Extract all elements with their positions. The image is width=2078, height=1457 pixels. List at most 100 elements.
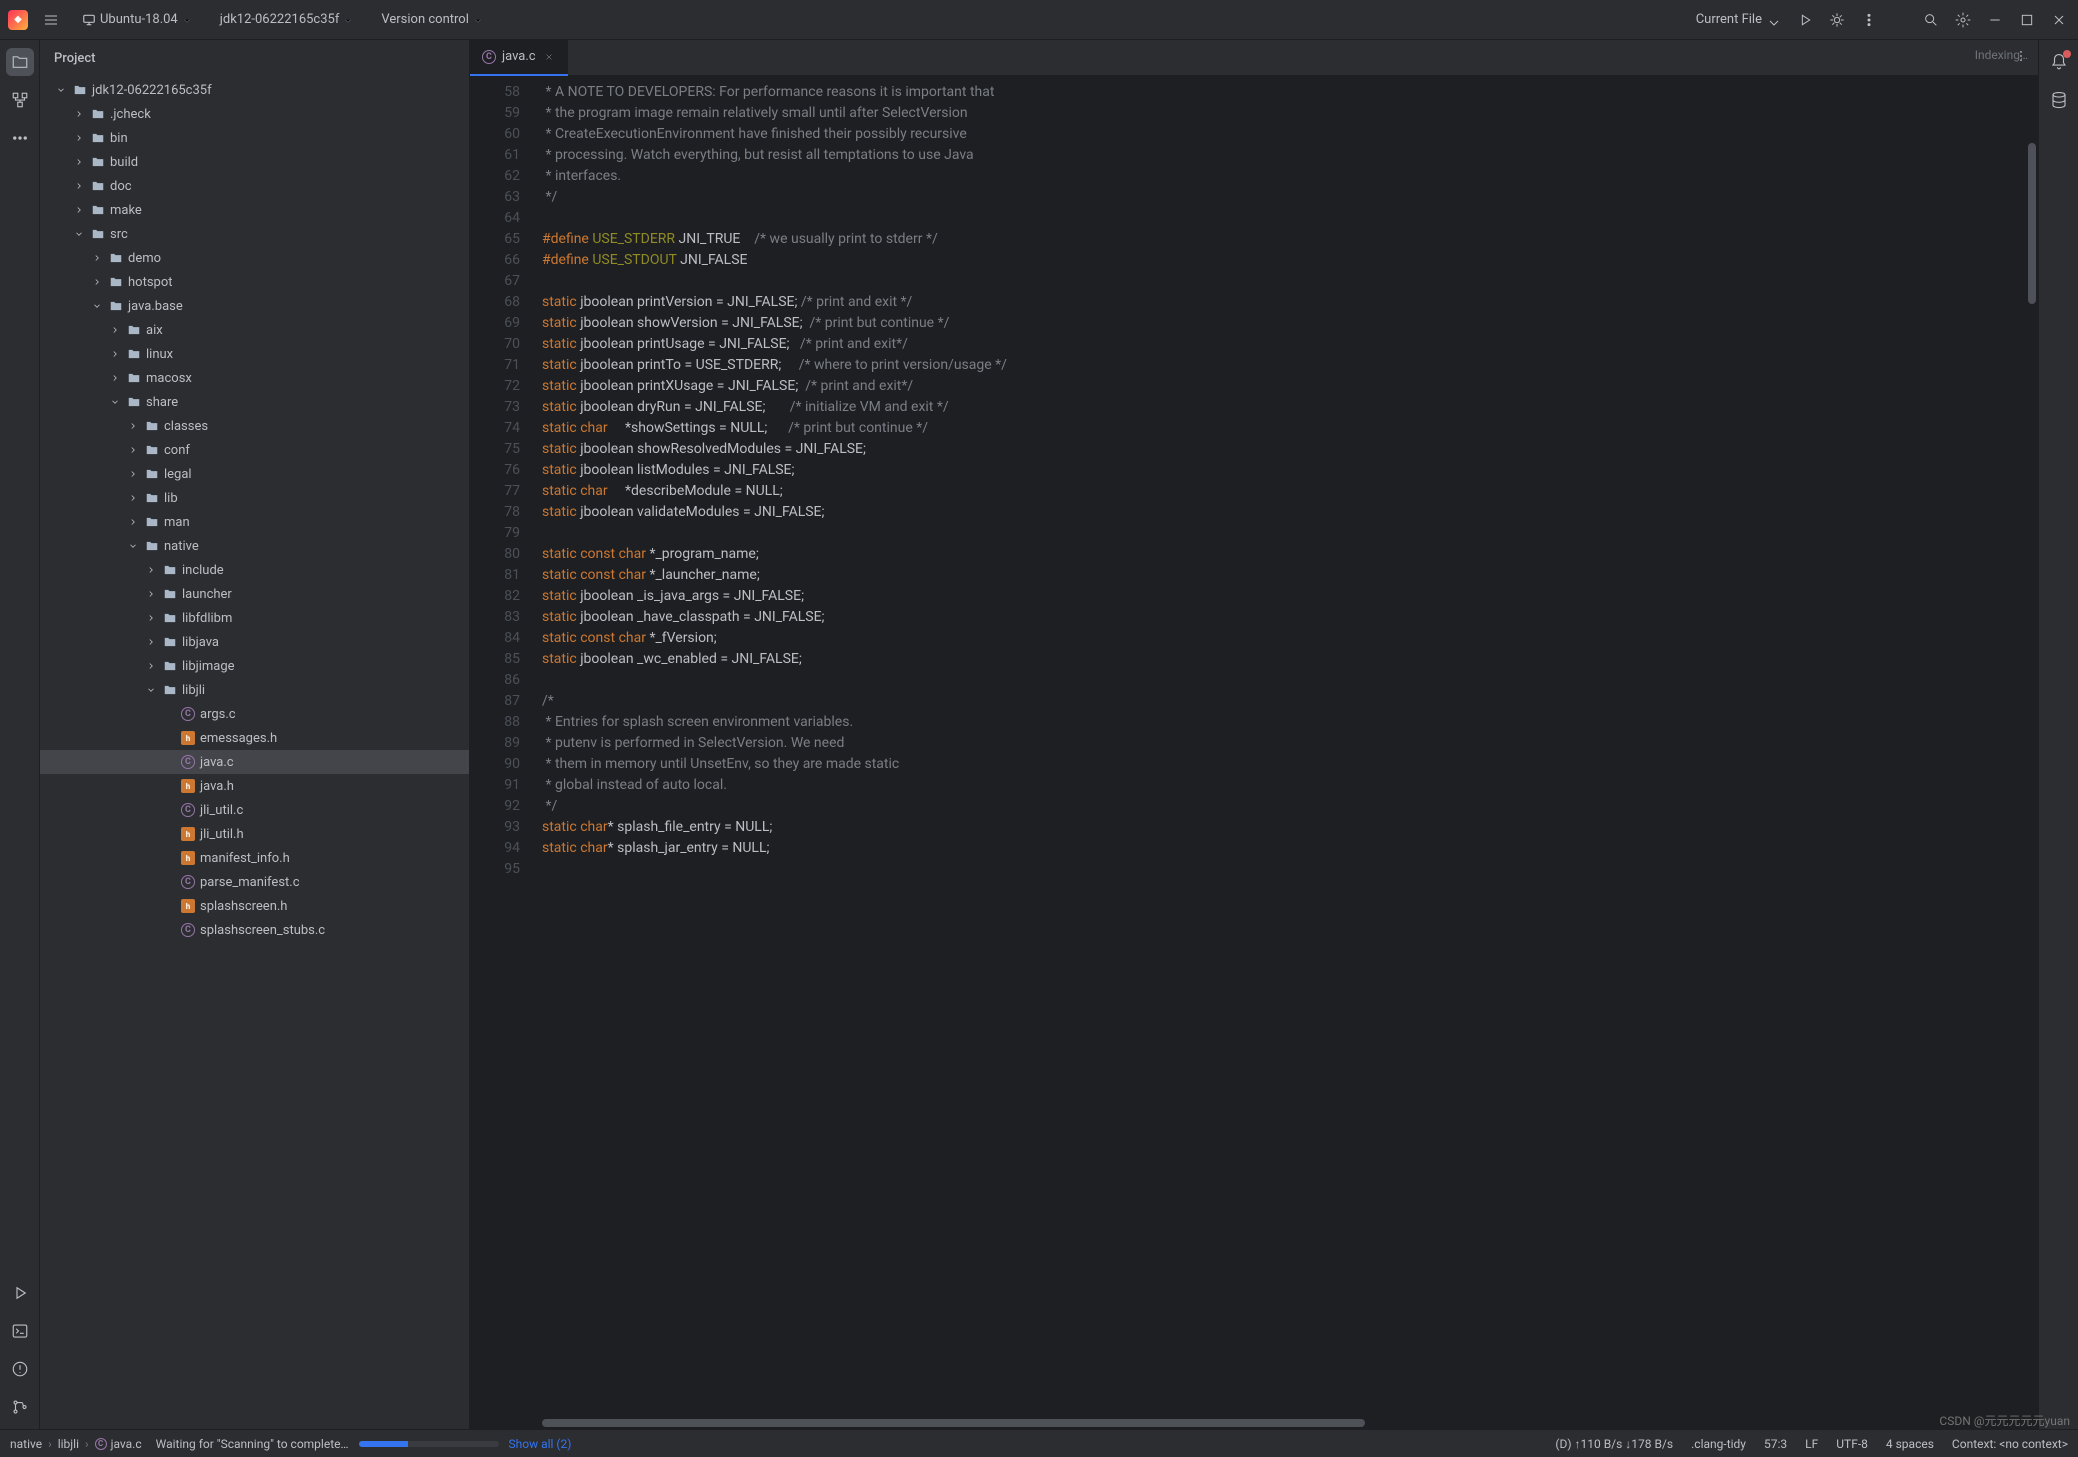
tree-chevron[interactable] <box>72 155 86 169</box>
project-tool-button[interactable] <box>6 48 34 76</box>
tree-item[interactable]: .jcheck <box>40 102 469 126</box>
more-actions-icon[interactable] <box>1858 9 1880 31</box>
vcs-tool-button[interactable] <box>6 1393 34 1421</box>
notifications-button[interactable] <box>2045 48 2073 76</box>
tree-chevron[interactable] <box>126 491 140 505</box>
tree-item[interactable]: launcher <box>40 582 469 606</box>
file-encoding[interactable]: UTF-8 <box>1836 1437 1868 1451</box>
tree-chevron[interactable] <box>90 275 104 289</box>
tree-item[interactable]: jdk12-06222165c35f <box>40 78 469 102</box>
project-tree[interactable]: jdk12-06222165c35f.jcheckbinbuilddocmake… <box>40 76 469 1429</box>
tree-item[interactable]: hsplashscreen.h <box>40 894 469 918</box>
tree-chevron[interactable] <box>108 347 122 361</box>
tree-chevron[interactable] <box>108 371 122 385</box>
editor-code[interactable]: * A NOTE TO DEVELOPERS: For performance … <box>530 76 2026 1417</box>
tree-chevron[interactable] <box>126 467 140 481</box>
tree-item[interactable]: macosx <box>40 366 469 390</box>
tree-item[interactable]: legal <box>40 462 469 486</box>
tree-chevron[interactable] <box>72 203 86 217</box>
tree-chevron[interactable] <box>144 563 158 577</box>
settings-icon[interactable] <box>1952 9 1974 31</box>
tree-item[interactable]: conf <box>40 438 469 462</box>
more-tool-button[interactable] <box>6 124 34 152</box>
remote-env-selector[interactable]: Ubuntu-18.04 <box>74 8 200 31</box>
tree-chevron[interactable] <box>108 395 122 409</box>
tree-chevron[interactable] <box>144 683 158 697</box>
tree-chevron[interactable] <box>54 83 68 97</box>
tree-item[interactable]: linux <box>40 342 469 366</box>
tree-chevron[interactable] <box>72 131 86 145</box>
tree-chevron[interactable] <box>126 515 140 529</box>
tree-chevron[interactable] <box>144 659 158 673</box>
maximize-button[interactable] <box>2016 9 2038 31</box>
editor-tab[interactable]: C java.c <box>470 40 568 76</box>
run-configuration-selector[interactable]: Current File <box>1688 8 1784 31</box>
scrollbar-thumb[interactable] <box>2028 143 2036 304</box>
tree-item[interactable]: Cargs.c <box>40 702 469 726</box>
run-tool-button[interactable] <box>6 1279 34 1307</box>
breadcrumb-item[interactable]: libjli <box>58 1437 79 1451</box>
line-ending[interactable]: LF <box>1805 1437 1818 1451</box>
context-status[interactable]: Context: <no context> <box>1952 1437 2068 1451</box>
tree-item[interactable]: lib <box>40 486 469 510</box>
terminal-tool-button[interactable] <box>6 1317 34 1345</box>
tree-chevron[interactable] <box>126 539 140 553</box>
breadcrumb-item[interactable]: native <box>10 1437 42 1451</box>
breadcrumbs[interactable]: native›libjli›Cjava.c <box>10 1437 142 1451</box>
tree-item[interactable]: native <box>40 534 469 558</box>
tree-item[interactable]: aix <box>40 318 469 342</box>
tree-item[interactable]: hotspot <box>40 270 469 294</box>
tree-item[interactable]: man <box>40 510 469 534</box>
close-tab-icon[interactable] <box>542 50 556 64</box>
tree-item[interactable]: src <box>40 222 469 246</box>
tree-item[interactable]: Cjli_util.c <box>40 798 469 822</box>
clang-tidy-status[interactable]: .clang-tidy <box>1691 1437 1746 1451</box>
tree-item[interactable]: hjava.h <box>40 774 469 798</box>
tree-item[interactable]: java.base <box>40 294 469 318</box>
project-selector[interactable]: jdk12-06222165c35f <box>212 8 362 31</box>
indent-setting[interactable]: 4 spaces <box>1886 1437 1934 1451</box>
minimize-button[interactable] <box>1984 9 2006 31</box>
tree-item[interactable]: libfdlibm <box>40 606 469 630</box>
version-control-menu[interactable]: Version control <box>373 8 491 31</box>
tree-chevron[interactable] <box>126 419 140 433</box>
tree-item[interactable]: libjimage <box>40 654 469 678</box>
code-editor[interactable]: 5859606162636465666768697071727374757677… <box>470 76 2038 1417</box>
tree-chevron[interactable] <box>90 251 104 265</box>
hamburger-icon[interactable] <box>40 9 62 31</box>
tree-chevron[interactable] <box>72 227 86 241</box>
debug-button[interactable] <box>1826 9 1848 31</box>
tree-item[interactable]: build <box>40 150 469 174</box>
problems-tool-button[interactable] <box>6 1355 34 1383</box>
tree-item[interactable]: share <box>40 390 469 414</box>
breadcrumb-item[interactable]: java.c <box>111 1437 142 1451</box>
tree-item[interactable]: Cjava.c <box>40 750 469 774</box>
tree-item[interactable]: hemessages.h <box>40 726 469 750</box>
run-button[interactable] <box>1794 9 1816 31</box>
tree-item[interactable]: make <box>40 198 469 222</box>
tree-item[interactable]: classes <box>40 414 469 438</box>
database-tool-button[interactable] <box>2045 86 2073 114</box>
cursor-position[interactable]: 57:3 <box>1764 1437 1787 1451</box>
tree-item[interactable]: include <box>40 558 469 582</box>
tree-chevron[interactable] <box>72 107 86 121</box>
tree-chevron[interactable] <box>108 323 122 337</box>
tree-chevron[interactable] <box>144 587 158 601</box>
tree-chevron[interactable] <box>72 179 86 193</box>
tree-chevron[interactable] <box>144 635 158 649</box>
search-icon[interactable] <box>1920 9 1942 31</box>
horizontal-scrollbar[interactable] <box>470 1417 2038 1429</box>
scrollbar-thumb[interactable] <box>542 1419 1365 1427</box>
structure-tool-button[interactable] <box>6 86 34 114</box>
tree-chevron[interactable] <box>126 443 140 457</box>
tree-item[interactable]: libjava <box>40 630 469 654</box>
tree-item[interactable]: bin <box>40 126 469 150</box>
tree-chevron[interactable] <box>144 611 158 625</box>
close-button[interactable] <box>2048 9 2070 31</box>
tree-item[interactable]: libjli <box>40 678 469 702</box>
vertical-scrollbar[interactable] <box>2026 76 2038 1417</box>
tree-item[interactable]: Cparse_manifest.c <box>40 870 469 894</box>
tree-item[interactable]: hmanifest_info.h <box>40 846 469 870</box>
tree-item[interactable]: Csplashscreen_stubs.c <box>40 918 469 942</box>
show-all-link[interactable]: Show all (2) <box>509 1437 572 1451</box>
